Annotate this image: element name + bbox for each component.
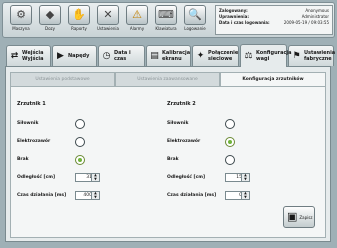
option-label: Siłownik <box>167 121 189 126</box>
stepper-value: 31 <box>86 175 92 180</box>
group-title: Zrzutnik 2 <box>167 101 196 107</box>
settings-tabs: ⇄ Wejścia Wyjścia ▶ Napędy ◷ Data i czas … <box>6 44 335 67</box>
duration-label: Czas działania [ms] <box>17 193 67 198</box>
save-button[interactable]: ▣ Zapisz <box>283 206 315 228</box>
tab-label-line2: wagi <box>256 56 270 62</box>
tab-label-line2: fabryczne <box>304 56 332 62</box>
settings-icon: ✕ <box>97 5 119 25</box>
tab-factory-settings[interactable]: ⚑ Ustawienia fabryczne <box>288 45 335 66</box>
reports-icon: ✋ <box>68 5 90 25</box>
subtab-ejector-config[interactable]: Konfiguracja zrzutników <box>220 72 326 86</box>
group-title: Zrzutnik 1 <box>17 101 46 107</box>
toolbar-button-machine[interactable]: ⚙ Maszyna <box>7 5 35 35</box>
stepper-arrows-icon[interactable]: ▲ ▼ <box>91 191 99 199</box>
subtab-basic-settings[interactable]: Ustawienia podstawowe <box>10 72 115 86</box>
toolbar-label: Ustawienia <box>97 26 119 31</box>
tab-screen-calibration[interactable]: ▤ Kalibracja ekranu <box>146 45 191 66</box>
ejector-1-actuator-radio[interactable] <box>75 119 85 129</box>
option-label: Elektrozawór <box>167 139 201 144</box>
tab-drives[interactable]: ▶ Napędy <box>52 45 97 66</box>
toolbar-label: Alarmy <box>129 26 145 31</box>
ejector-1-group: Zrzutnik 1 Siłownik Elektrozawór Brak Od… <box>11 87 161 227</box>
toolbar-label: Dozy <box>45 26 55 31</box>
toolbar-button-reports[interactable]: ✋ Raporty <box>65 5 93 35</box>
machine-icon: ⚙ <box>10 5 32 25</box>
network-icon: ✦ <box>196 50 205 61</box>
doses-icon: ◆ <box>39 5 61 25</box>
scale-config-panel: Ustawienia podstawowe Ustawienia zaawans… <box>5 66 331 242</box>
option-label: Brak <box>17 157 29 162</box>
save-icon: ▣ <box>287 210 298 223</box>
subtab-advanced-settings[interactable]: Ustawienia zaawansowane <box>115 72 220 86</box>
stepper-value: 15 <box>236 175 242 180</box>
stepper-arrows-icon[interactable]: ▲ ▼ <box>241 191 249 199</box>
tab-scale-config[interactable]: ⚖ Konfiguracja wagi <box>240 44 292 67</box>
option-label: Siłownik <box>17 121 39 126</box>
ejector-2-valve-radio[interactable] <box>225 137 235 147</box>
user-info-box: Zalogowany: Anonymous Uprawnienia: Admin… <box>215 5 333 35</box>
option-label: Brak <box>167 157 179 162</box>
distance-label: Odległość [cm] <box>17 175 56 180</box>
tab-label-line2: sieciowe <box>208 56 233 62</box>
toolbar-button-login[interactable]: 🔍 Logowanie <box>181 5 209 35</box>
tab-network[interactable]: ✦ Połączenie sieciowe <box>192 45 239 66</box>
tab-date-time[interactable]: ◷ Data i czas <box>98 45 145 66</box>
login-date-value: 2009-05-19 / 09:03:55 <box>283 20 329 25</box>
stepper-arrows-icon[interactable]: ▲ ▼ <box>241 173 249 181</box>
toolbar-label: Raporty <box>71 26 87 31</box>
clock-icon: ◷ <box>102 50 111 61</box>
alarm-icon: ⚠ <box>126 5 148 25</box>
ejector-2-duration-stepper[interactable]: 0 ▲▼ <box>225 191 250 200</box>
stepper-value: 0 <box>228 192 242 199</box>
ejector-config-content: Zrzutnik 1 Siłownik Elektrozawór Brak Od… <box>10 86 326 238</box>
ejector-2-distance-stepper[interactable]: 15 ▲ ▼ <box>225 173 250 182</box>
toolbar-label: Maszyna <box>12 26 30 31</box>
toolbar-label: Klawiatura <box>155 26 177 31</box>
tab-label: Napędy <box>68 53 90 59</box>
screen-icon: ▤ <box>150 50 159 61</box>
option-label: Elektrozawór <box>17 139 51 144</box>
toolbar-button-settings[interactable]: ✕ Ustawienia <box>94 5 122 35</box>
tab-label-line2: Wyjścia <box>22 56 44 62</box>
ejector-1-none-radio[interactable] <box>75 155 85 165</box>
factory-icon: ⚑ <box>292 50 301 61</box>
ejector-1-distance-stepper[interactable]: 31 ▲ ▼ <box>75 173 100 182</box>
tab-inputs-outputs[interactable]: ⇄ Wejścia Wyjścia <box>6 45 51 66</box>
duration-label: Czas działania [ms] <box>167 193 217 198</box>
toolbar-button-alarms[interactable]: ⚠ Alarmy <box>123 5 151 35</box>
drives-icon: ▶ <box>57 50 64 61</box>
ejector-1-duration-stepper[interactable]: 400 ▲ ▼ <box>75 191 100 200</box>
toolbar-button-keyboard[interactable]: ⌨ Klawiatura <box>152 5 180 35</box>
distance-label: Odległość [cm] <box>167 175 206 180</box>
inputs-outputs-icon: ⇄ <box>10 50 19 61</box>
stepper-value: 400 <box>83 193 92 198</box>
main-toolbar: ⚙ Maszyna ◆ Dozy ✋ Raporty ✕ Ustawienia … <box>2 2 335 38</box>
stepper-arrows-icon[interactable]: ▲ ▼ <box>91 173 99 181</box>
toolbar-label: Logowanie <box>184 26 206 31</box>
scale-config-icon: ⚖ <box>244 50 253 61</box>
ejector-2-none-radio[interactable] <box>225 155 235 165</box>
subtabs: Ustawienia podstawowe Ustawienia zaawans… <box>10 72 326 86</box>
save-label: Zapisz <box>299 214 313 220</box>
ejector-2-actuator-radio[interactable] <box>225 119 235 129</box>
keyboard-icon: ⌨ <box>155 5 177 25</box>
logout-icon: 🔍 <box>184 5 206 25</box>
tab-label: Data i czas <box>114 50 131 62</box>
ejector-1-valve-radio[interactable] <box>75 137 85 147</box>
toolbar-button-doses[interactable]: ◆ Dozy <box>36 5 64 35</box>
tab-label-line2: ekranu <box>162 56 182 62</box>
login-date-label: Data i czas logowania: <box>219 20 270 25</box>
